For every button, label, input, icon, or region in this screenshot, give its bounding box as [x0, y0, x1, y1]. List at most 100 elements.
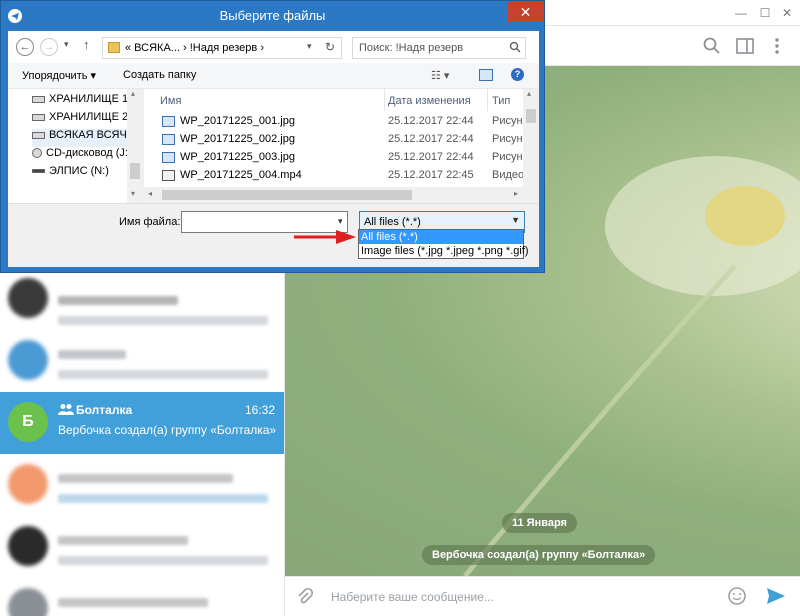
dialog-title: Выберите файлы — [219, 8, 326, 23]
file-name: WP_20171225_003.jpg — [180, 151, 295, 163]
list-item[interactable] — [0, 454, 284, 516]
chat-name: Болталка — [76, 403, 133, 417]
address-dropdown-icon[interactable]: ▾ — [307, 41, 312, 52]
column-header-type[interactable]: Тип — [492, 95, 510, 107]
new-folder-button[interactable]: Создать папку — [123, 69, 196, 81]
search-input[interactable]: Поиск: !Надя резерв — [352, 37, 526, 59]
image-file-icon — [162, 116, 175, 127]
file-list-scrollbar[interactable]: ▴ — [523, 89, 539, 203]
emoji-icon[interactable] — [727, 586, 747, 609]
scroll-up-icon[interactable]: ▴ — [131, 89, 135, 98]
scroll-down-icon[interactable]: ▾ — [131, 189, 135, 198]
dialog-toolbar: Упорядочить ▾ Создать папку ☷ ▾ ? — [8, 63, 539, 89]
search-icon[interactable] — [702, 36, 722, 56]
file-date: 25.12.2017 22:44 — [388, 115, 474, 127]
list-item[interactable] — [0, 268, 284, 330]
search-icon — [509, 41, 521, 56]
file-name: WP_20171225_002.jpg — [180, 133, 295, 145]
chat-item-bolтalka[interactable]: Б Болталка 16:32 Вербочка создал(а) груп… — [0, 392, 284, 454]
table-row[interactable]: WP_20171225_003.jpg 25.12.2017 22:44 Рис… — [144, 149, 524, 167]
nav-scroll-thumb[interactable] — [130, 163, 140, 179]
blurred-chat-preview — [58, 494, 268, 503]
column-header-date[interactable]: Дата изменения — [388, 95, 471, 107]
filetype-option-all[interactable]: All files (*.*) — [359, 230, 523, 244]
nav-item-label: ХРАНИЛИЩЕ 2 ( — [49, 111, 135, 123]
scroll-up-icon[interactable]: ▴ — [527, 89, 531, 98]
recent-locations-chevron-icon[interactable]: ▾ — [64, 39, 69, 50]
address-bar[interactable]: « ВСЯКА... › !Надя резерв › ▾ ↻ — [102, 37, 342, 59]
search-placeholder: Поиск: !Надя резерв — [359, 42, 464, 54]
cd-drive-icon — [32, 148, 42, 159]
blurred-chat-name — [58, 350, 126, 359]
filename-dropdown-icon[interactable]: ▾ — [338, 216, 343, 227]
avatar — [8, 340, 48, 380]
column-divider — [384, 89, 385, 111]
blurred-chat-name — [58, 474, 233, 483]
sidebar-toggle-icon[interactable] — [735, 36, 755, 56]
close-button[interactable]: ✕ — [776, 0, 798, 26]
folder-icon — [108, 42, 120, 53]
file-type: Рисун — [492, 151, 523, 163]
scroll-right-icon[interactable]: ▸ — [514, 189, 518, 198]
help-icon[interactable]: ? — [511, 68, 524, 81]
back-button[interactable]: ← — [16, 38, 34, 56]
avatar — [8, 278, 48, 318]
preview-pane-icon[interactable] — [479, 69, 493, 81]
service-message: Вербочка создал(а) группу «Болталка» — [422, 545, 656, 565]
file-scroll-thumb[interactable] — [526, 109, 536, 123]
blurred-chat-preview — [58, 316, 268, 325]
nav-item-label: ЭЛПИС (N:) — [49, 165, 109, 177]
table-row[interactable]: WP_20171225_002.jpg 25.12.2017 22:44 Рис… — [144, 131, 524, 149]
red-arrow-annotation — [294, 230, 356, 244]
filetype-dropdown-list: All files (*.*) Image files (*.jpg *.jpe… — [358, 229, 529, 259]
blurred-chat-preview — [58, 556, 268, 565]
avatar — [8, 526, 48, 566]
nav-item-label: ХРАНИЛИЩЕ 1 ( — [49, 93, 135, 105]
minimize-button[interactable]: — — [730, 0, 752, 26]
avatar — [8, 464, 48, 504]
filename-label: Имя файла: — [119, 216, 181, 228]
image-file-icon — [162, 134, 175, 145]
list-item[interactable] — [0, 330, 284, 392]
column-header-name[interactable]: Имя — [160, 95, 181, 107]
file-type: Видео — [492, 169, 525, 181]
drive-icon — [32, 113, 45, 121]
send-icon[interactable] — [765, 586, 787, 609]
file-date: 25.12.2017 22:45 — [388, 169, 474, 181]
horizontal-scroll-thumb[interactable] — [162, 190, 412, 200]
video-file-icon — [162, 170, 175, 181]
refresh-icon[interactable]: ↻ — [325, 40, 335, 54]
filetype-option-images[interactable]: Image files (*.jpg *.jpeg *.png *.gif) — [359, 244, 529, 258]
table-row[interactable]: WP_20171225_001.jpg 25.12.2017 22:44 Рис… — [144, 113, 524, 131]
file-name: WP_20171225_001.jpg — [180, 115, 295, 127]
up-arrow-icon[interactable]: ↑ — [83, 37, 90, 52]
more-menu-icon[interactable] — [767, 36, 787, 56]
organize-button[interactable]: Упорядочить ▾ — [22, 69, 96, 82]
date-pill: 11 Января — [502, 513, 577, 533]
usb-drive-icon — [32, 169, 45, 174]
maximize-button[interactable]: ☐ — [754, 0, 776, 26]
file-type: Рисун — [492, 115, 523, 127]
message-composer: Наберите ваше сообщение... — [285, 576, 800, 616]
scroll-left-icon[interactable]: ◂ — [148, 189, 152, 198]
file-type: Рисун — [492, 133, 523, 145]
dialog-close-button[interactable]: ✕ — [508, 2, 543, 22]
message-input[interactable]: Наберите ваше сообщение... — [331, 590, 494, 604]
view-options-icon[interactable]: ☷ ▾ — [431, 69, 449, 82]
list-item[interactable] — [0, 578, 284, 616]
drive-icon — [32, 95, 45, 103]
address-path: « ВСЯКА... › !Надя резерв › — [125, 42, 264, 54]
avatar: Б — [8, 402, 48, 442]
chevron-down-icon: ▼ — [511, 215, 520, 225]
navigation-pane: ХРАНИЛИЩЕ 1 ( ХРАНИЛИЩЕ 2 ( ВСЯКАЯ ВСЯЧИ… — [8, 89, 144, 203]
forward-button[interactable]: → — [40, 38, 58, 56]
table-row[interactable]: WP_20171225_004.mp4 25.12.2017 22:45 Вид… — [144, 167, 524, 185]
nav-scrollbar[interactable]: ▴ ▾ — [127, 89, 143, 203]
attach-icon[interactable] — [295, 587, 315, 610]
blurred-chat-name — [58, 536, 188, 545]
file-name: WP_20171225_004.mp4 — [180, 169, 302, 181]
horizontal-scrollbar[interactable]: ◂ ▸ — [144, 187, 539, 203]
list-item[interactable] — [0, 516, 284, 578]
file-date: 25.12.2017 22:44 — [388, 151, 474, 163]
column-divider — [487, 89, 488, 111]
